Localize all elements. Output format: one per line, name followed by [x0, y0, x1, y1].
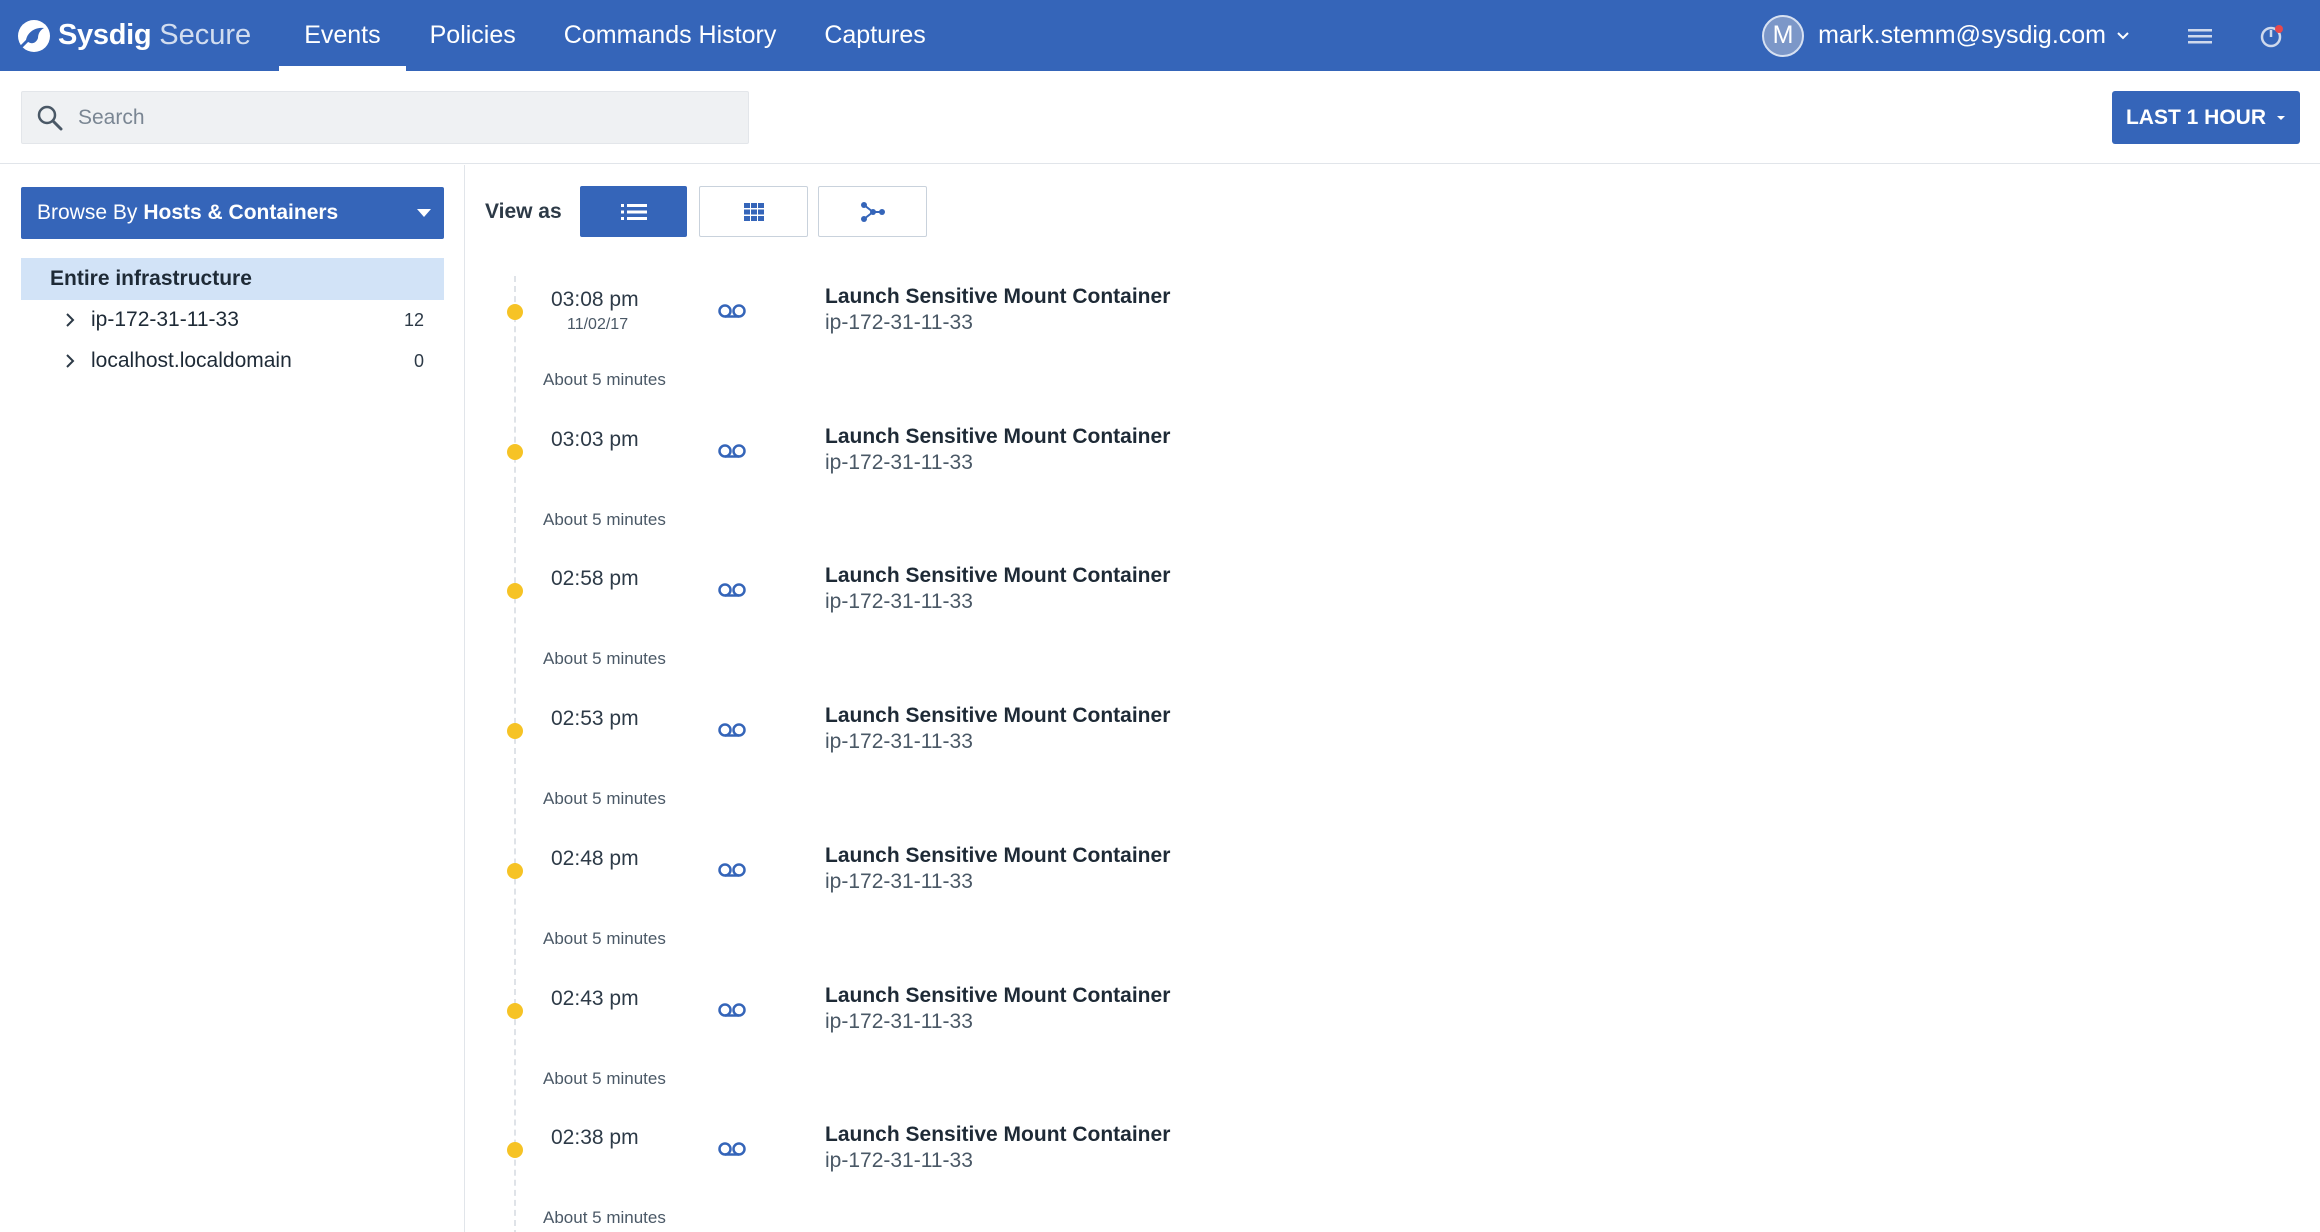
events-timeline: 03:08 pm 11/02/17 Launch Sensitive Mount C… — [485, 270, 2285, 1232]
capture-icon[interactable] — [717, 1002, 747, 1018]
user-area: M mark.stemm@sysdig.com — [1762, 0, 2320, 71]
tree-item-count: 12 — [403, 309, 424, 330]
search-box[interactable] — [21, 91, 749, 144]
severity-dot — [507, 723, 523, 740]
severity-dot — [507, 304, 523, 320]
event-time-gap: About 5 minutes — [543, 370, 666, 389]
brand-name: Sysdig — [58, 19, 152, 51]
event-title[interactable]: Launch Sensitive Mount Container — [825, 984, 1170, 1008]
event-host: ip-172-31-11-33 — [825, 730, 973, 754]
severity-dot — [507, 443, 523, 460]
graph-icon — [860, 201, 885, 222]
event-time-gap: About 5 minutes — [543, 789, 666, 809]
brand[interactable]: Sysdig Secure — [16, 0, 251, 71]
event-host: ip-172-31-11-33 — [825, 1149, 973, 1173]
event-row[interactable]: 03:03 pm Launch Sensitive Mount Container… — [485, 410, 2285, 550]
capture-icon[interactable] — [717, 303, 747, 319]
severity-dot — [507, 1142, 523, 1159]
tree-item-count: 0 — [413, 350, 424, 371]
event-title[interactable]: Launch Sensitive Mount Container — [825, 844, 1170, 868]
tree-item-host[interactable]: localhost.localdomain 0 — [21, 341, 444, 381]
event-title[interactable]: Launch Sensitive Mount Container — [825, 564, 1170, 588]
event-time: 03:08 pm — [551, 288, 639, 311]
tree-item-label: localhost.localdomain — [91, 349, 292, 372]
browse-value: Hosts & Containers — [143, 201, 339, 224]
grid-icon — [743, 202, 764, 221]
tree-item-host[interactable]: ip-172-31-11-33 12 — [21, 300, 444, 340]
event-row[interactable]: 03:08 pm 11/02/17 Launch Sensitive Mount C… — [485, 270, 2285, 410]
event-host: ip-172-31-11-33 — [825, 311, 973, 334]
chevron-right-icon[interactable] — [63, 353, 77, 369]
event-host: ip-172-31-11-33 — [825, 450, 973, 474]
event-row[interactable]: 02:48 pm Launch Sensitive Mount Container… — [485, 829, 2285, 969]
view-graph-button[interactable] — [818, 186, 927, 237]
brand-product: Secure — [159, 19, 252, 51]
event-time-gap: About 5 minutes — [543, 509, 666, 529]
capture-icon[interactable] — [717, 443, 747, 459]
event-time-gap: About 5 minutes — [543, 1208, 666, 1228]
event-host: ip-172-31-11-33 — [825, 869, 973, 893]
notification-icon[interactable] — [2258, 22, 2286, 50]
event-row[interactable]: 02:58 pm Launch Sensitive Mount Container… — [485, 549, 2285, 689]
search-row: LAST 1 HOUR — [0, 71, 2320, 164]
event-time-gap: About 5 minutes — [543, 928, 666, 948]
sysdig-logo-icon — [18, 19, 50, 52]
event-title[interactable]: Launch Sensitive Mount Container — [825, 285, 1170, 309]
search-input[interactable] — [78, 97, 718, 138]
event-time-gap: About 5 minutes — [543, 1068, 666, 1088]
capture-icon[interactable] — [717, 862, 747, 878]
event-time: 02:48 pm — [551, 846, 639, 870]
event-row[interactable]: 02:53 pm Launch Sensitive Mount Container… — [485, 689, 2285, 829]
event-time: 03:03 pm — [551, 427, 639, 451]
top-nav-bar: Sysdig Secure Events Policies Commands H… — [0, 0, 2320, 71]
event-title[interactable]: Launch Sensitive Mount Container — [825, 425, 1170, 449]
event-row[interactable]: 02:38 pm Launch Sensitive Mount Container… — [485, 1108, 2285, 1232]
chevron-down-icon[interactable] — [2116, 29, 2130, 43]
event-date: 11/02/17 — [567, 316, 629, 333]
view-grid-button[interactable] — [699, 186, 808, 237]
event-host: ip-172-31-11-33 — [825, 590, 973, 614]
event-time: 02:43 pm — [551, 986, 639, 1010]
search-icon — [37, 105, 63, 130]
chevron-right-icon[interactable] — [63, 312, 77, 328]
capture-icon[interactable] — [717, 582, 747, 598]
view-as-label: View as — [485, 200, 562, 223]
menu-icon[interactable] — [2188, 25, 2212, 47]
severity-dot — [507, 1002, 523, 1019]
caret-down-icon — [417, 209, 431, 217]
event-time: 02:53 pm — [551, 707, 639, 731]
event-title[interactable]: Launch Sensitive Mount Container — [825, 704, 1170, 728]
nav-events[interactable]: Events — [279, 0, 407, 71]
avatar[interactable]: M — [1762, 14, 1805, 57]
capture-icon[interactable] — [717, 1141, 747, 1157]
event-host: ip-172-31-11-33 — [825, 1009, 973, 1033]
time-range-button[interactable]: LAST 1 HOUR — [2112, 91, 2300, 144]
browse-prefix: Browse By — [37, 201, 138, 224]
nav-policies[interactable]: Policies — [406, 0, 540, 71]
severity-dot — [507, 862, 523, 879]
event-time: 02:58 pm — [551, 567, 639, 591]
time-range-label: LAST 1 HOUR — [2125, 105, 2266, 129]
browse-by-select[interactable]: Browse By Hosts & Containers — [21, 187, 444, 239]
caret-down-icon — [2277, 115, 2285, 120]
list-icon — [620, 203, 647, 220]
nav-commands-history[interactable]: Commands History — [540, 0, 801, 71]
tree-item-label: ip-172-31-11-33 — [91, 308, 239, 331]
severity-dot — [507, 583, 523, 600]
tree-root-entire-infrastructure[interactable]: Entire infrastructure — [21, 258, 444, 300]
main-nav: Events Policies Commands History Capture… — [279, 0, 950, 71]
view-list-button[interactable] — [580, 186, 687, 237]
capture-icon[interactable] — [717, 722, 747, 738]
user-email[interactable]: mark.stemm@sysdig.com — [1818, 21, 2106, 50]
event-title[interactable]: Launch Sensitive Mount Container — [825, 1123, 1170, 1147]
event-time-gap: About 5 minutes — [543, 649, 666, 669]
nav-captures[interactable]: Captures — [800, 0, 949, 71]
left-panel: Browse By Hosts & Containers Entire infr… — [0, 165, 465, 1232]
event-row[interactable]: 02:43 pm Launch Sensitive Mount Container… — [485, 969, 2285, 1109]
event-time: 02:38 pm — [551, 1126, 639, 1150]
